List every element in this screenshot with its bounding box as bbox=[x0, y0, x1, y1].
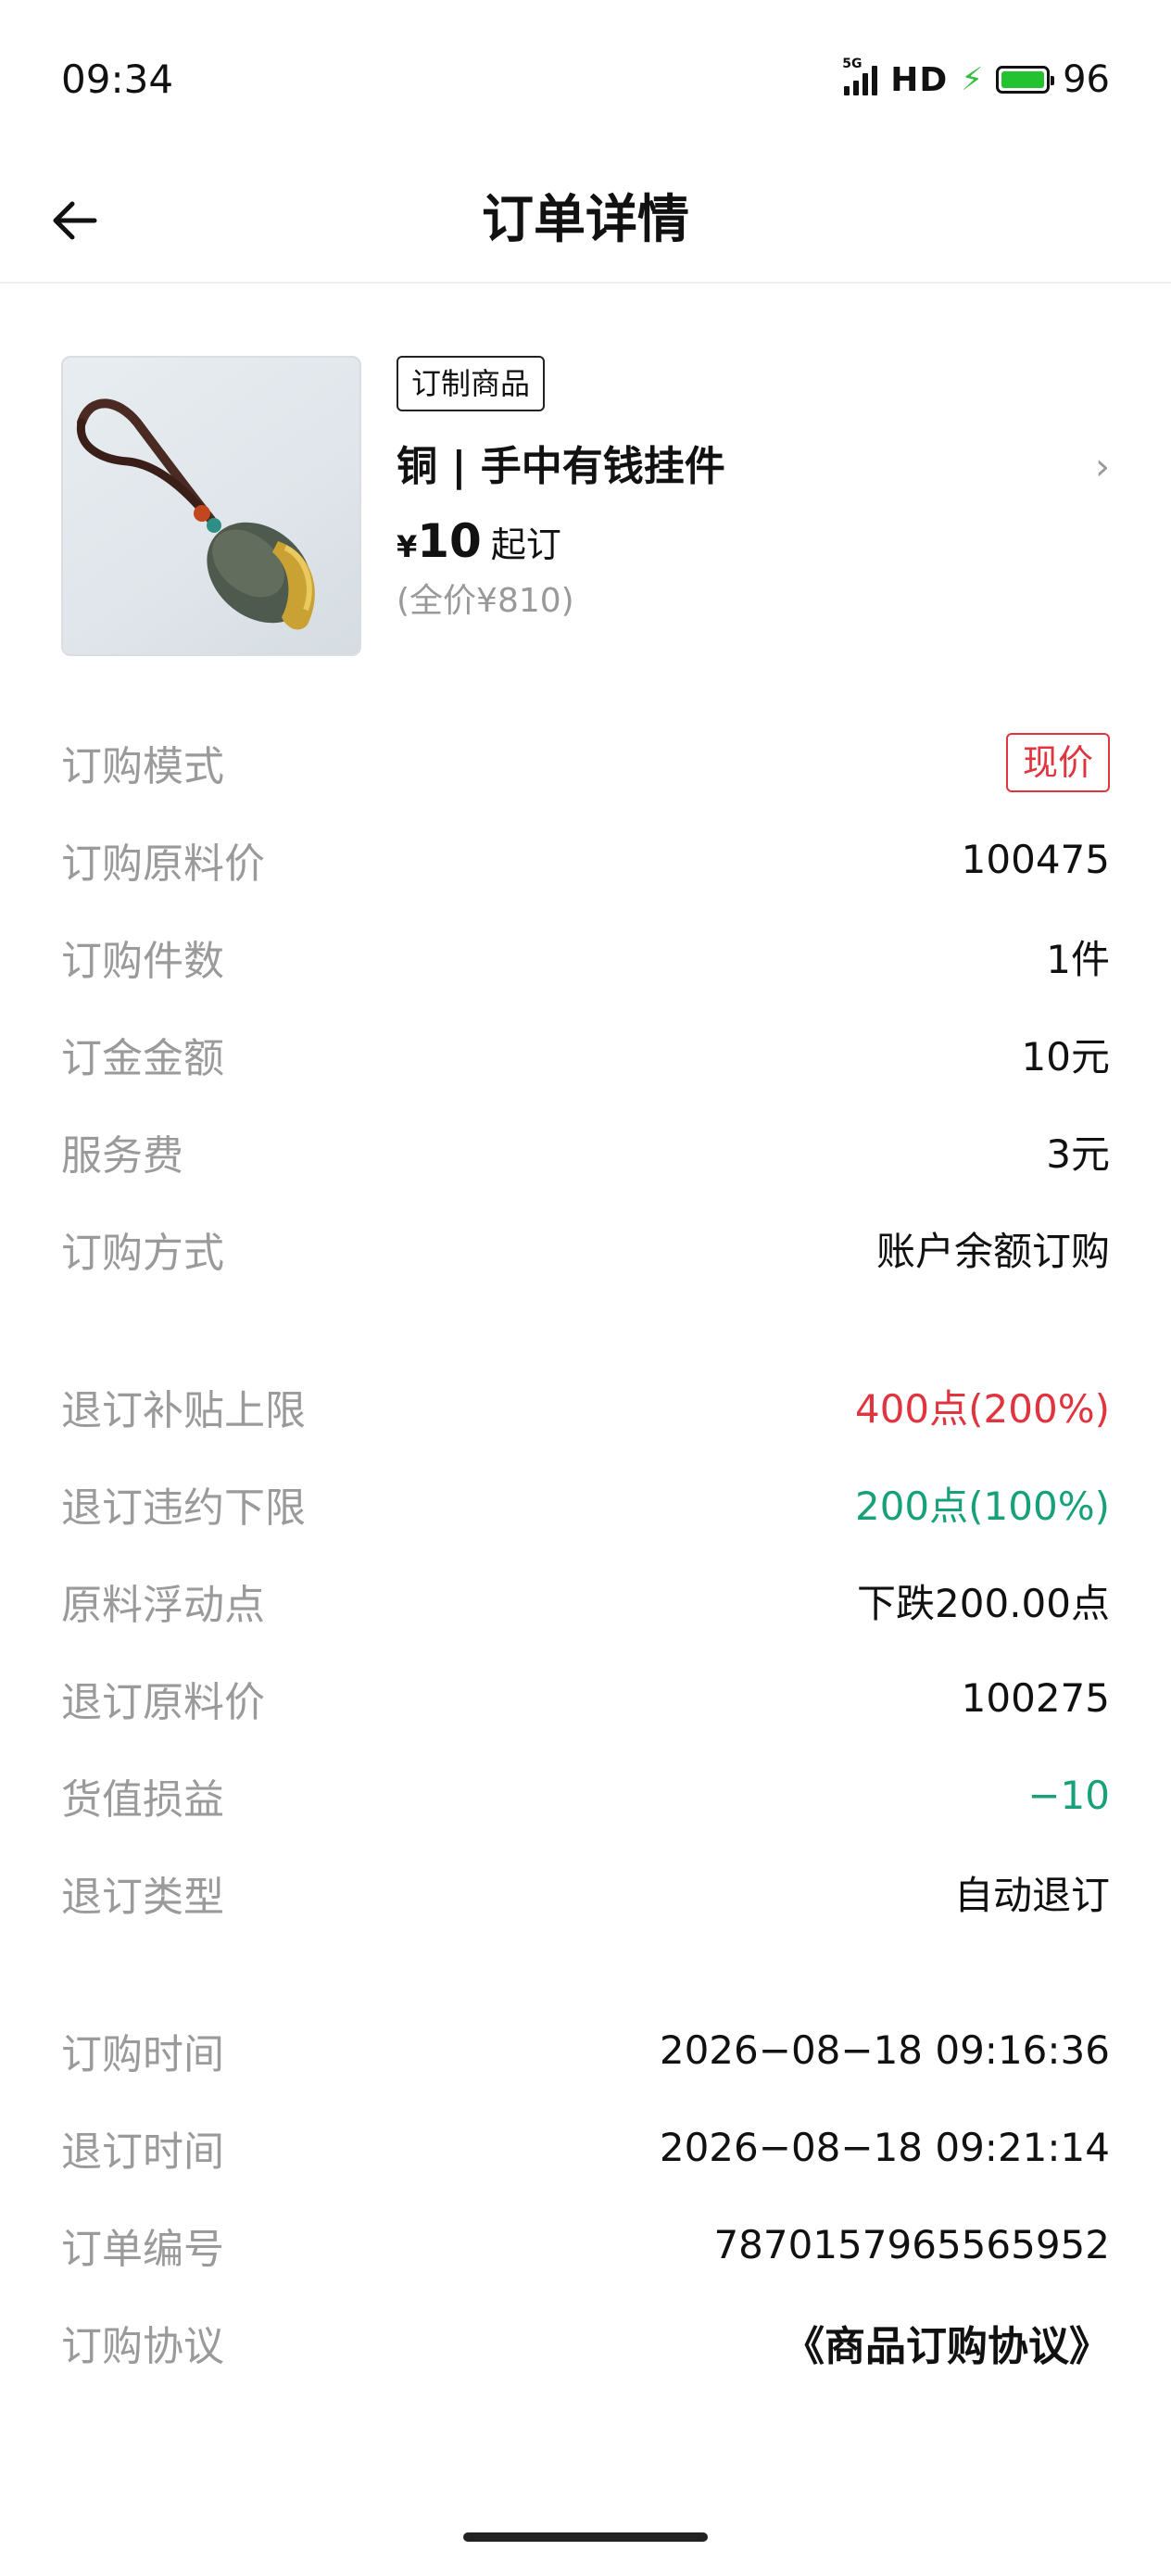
row-label: 退订时间 bbox=[61, 2128, 224, 2176]
row-label: 服务费 bbox=[61, 1131, 183, 1180]
order-mode-badge: 现价 bbox=[1005, 732, 1110, 792]
row-label: 订购原料价 bbox=[61, 840, 265, 888]
charging-icon: ⚡ bbox=[961, 61, 984, 98]
row-label: 货值损益 bbox=[61, 1775, 224, 1824]
row-value: 100475 bbox=[961, 837, 1110, 882]
row-value: 3元 bbox=[1046, 1131, 1110, 1177]
battery-icon bbox=[996, 66, 1055, 94]
full-price: (全价¥810) bbox=[397, 582, 574, 620]
price-value: 10 bbox=[417, 514, 482, 568]
row-label: 订购件数 bbox=[61, 937, 224, 985]
status-time: 09:34 bbox=[61, 57, 174, 102]
row-value: 7870157965565952 bbox=[713, 2222, 1110, 2267]
row-value: 下跌200.00点 bbox=[857, 1581, 1110, 1626]
chevron-right-icon: › bbox=[1095, 446, 1110, 488]
row-label: 退订类型 bbox=[61, 1873, 224, 1921]
row-value: 400点(200%) bbox=[854, 1386, 1110, 1432]
row-value: −10 bbox=[1027, 1773, 1110, 1818]
row-value: 账户余额订购 bbox=[875, 1229, 1110, 1274]
product-info: 订制商品 铜 | 手中有钱挂件 › ¥10 起订 (全价¥810) bbox=[397, 356, 1110, 658]
row-label: 退订补贴上限 bbox=[61, 1386, 306, 1434]
row-label: 订购方式 bbox=[61, 1229, 224, 1277]
info-row-payment-method: 订购方式 账户余额订购 bbox=[61, 1200, 1110, 1297]
signal-icon: 5G bbox=[842, 57, 878, 95]
info-row-order-number: 订单编号 7870157965565952 bbox=[61, 2196, 1110, 2293]
row-value: 1件 bbox=[1046, 937, 1110, 982]
row-label: 退订违约下限 bbox=[61, 1484, 306, 1532]
product-name: 铜 | 手中有钱挂件 bbox=[397, 443, 725, 490]
battery-level: 96 bbox=[1063, 58, 1110, 101]
row-value: 2026−08−18 09:21:14 bbox=[659, 2125, 1110, 2170]
info-row-order-mode: 订购模式 现价 bbox=[61, 713, 1110, 811]
price-suffix: 起订 bbox=[490, 524, 561, 565]
row-value: 自动退订 bbox=[953, 1873, 1110, 1918]
info-row-cancel-type: 退订类型 自动退订 bbox=[61, 1844, 1110, 1941]
status-bar: 09:34 5G HD ⚡ 96 bbox=[0, 0, 1171, 158]
info-row-subsidy-cap: 退订补贴上限 400点(200%) bbox=[61, 1357, 1110, 1455]
row-label: 订单编号 bbox=[61, 2225, 224, 2273]
status-icons: 5G HD ⚡ 96 bbox=[842, 56, 1110, 104]
product-card[interactable]: 订制商品 铜 | 手中有钱挂件 › ¥10 起订 (全价¥810) bbox=[61, 356, 1110, 658]
info-row-quantity: 订购件数 1件 bbox=[61, 908, 1110, 1005]
row-value: 10元 bbox=[1021, 1034, 1110, 1080]
info-row-penalty-floor: 退订违约下限 200点(100%) bbox=[61, 1455, 1110, 1552]
home-indicator[interactable] bbox=[463, 2532, 708, 2542]
info-row-deposit: 订金金额 10元 bbox=[61, 1005, 1110, 1103]
product-image bbox=[61, 356, 361, 656]
row-value: 200点(100%) bbox=[854, 1484, 1110, 1529]
info-row-float-points: 原料浮动点 下跌200.00点 bbox=[61, 1552, 1110, 1649]
info-row-service-fee: 服务费 3元 bbox=[61, 1103, 1110, 1200]
page-title: 订单详情 bbox=[482, 190, 689, 250]
hd-indicator: HD bbox=[890, 60, 949, 99]
row-label: 原料浮动点 bbox=[61, 1581, 265, 1629]
row-label: 订购时间 bbox=[61, 2030, 224, 2078]
row-value: 2026−08−18 09:16:36 bbox=[659, 2027, 1110, 2073]
info-row-cancel-material-price: 退订原料价 100275 bbox=[61, 1649, 1110, 1747]
row-value: 100275 bbox=[961, 1675, 1110, 1721]
product-type-tag: 订制商品 bbox=[397, 356, 546, 411]
order-info-section: 订购模式 现价 订购原料价 100475 订购件数 1件 订金金额 10元 服务… bbox=[61, 713, 1110, 1297]
network-type: 5G bbox=[842, 57, 863, 71]
time-info-section: 订购时间 2026−08−18 09:16:36 退订时间 2026−08−18… bbox=[61, 2001, 1110, 2391]
row-label: 订金金额 bbox=[61, 1034, 224, 1082]
currency-symbol: ¥ bbox=[397, 529, 418, 564]
info-row-order-time: 订购时间 2026−08−18 09:16:36 bbox=[61, 2001, 1110, 2099]
navigation-bar: 订单详情 bbox=[0, 158, 1171, 284]
agreement-link[interactable]: 《商品订购协议》 bbox=[784, 2313, 1110, 2372]
info-row-material-price: 订购原料价 100475 bbox=[61, 811, 1110, 908]
info-row-agreement: 订购协议 《商品订购协议》 bbox=[61, 2293, 1110, 2391]
row-label: 订购协议 bbox=[61, 2322, 224, 2370]
info-row-value-pnl: 货值损益 −10 bbox=[61, 1747, 1110, 1844]
settlement-info-section: 退订补贴上限 400点(200%) 退订违约下限 200点(100%) 原料浮动… bbox=[61, 1357, 1110, 1941]
row-label: 订购模式 bbox=[61, 742, 224, 790]
info-row-cancel-time: 退订时间 2026−08−18 09:21:14 bbox=[61, 2099, 1110, 2196]
row-label: 退订原料价 bbox=[61, 1678, 265, 1726]
product-price: ¥10 起订 bbox=[397, 511, 561, 582]
